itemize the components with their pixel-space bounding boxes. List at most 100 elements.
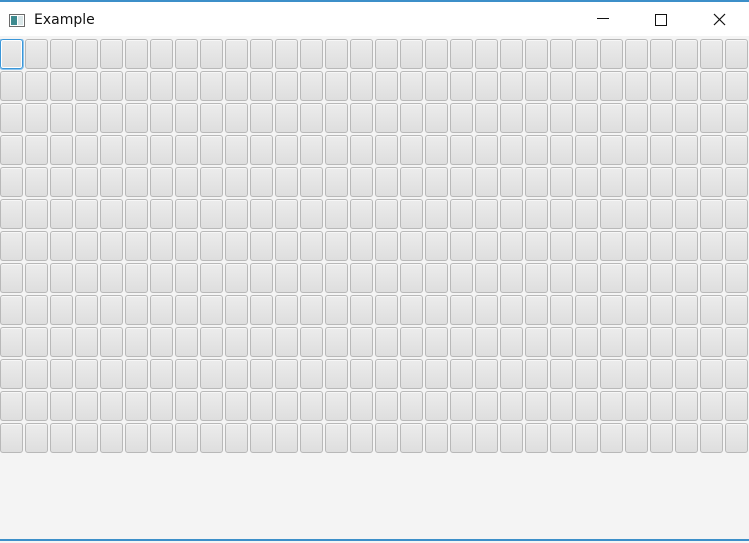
grid-button[interactable] [725,391,748,421]
grid-button[interactable] [125,135,148,165]
grid-button[interactable] [275,39,298,69]
grid-button[interactable] [150,263,173,293]
grid-button[interactable] [600,231,623,261]
grid-button[interactable] [125,263,148,293]
grid-button[interactable] [175,263,198,293]
grid-button[interactable] [250,295,273,325]
grid-button[interactable] [100,231,123,261]
grid-button[interactable] [650,199,673,229]
grid-button[interactable] [350,295,373,325]
grid-button[interactable] [300,263,323,293]
grid-button[interactable] [0,359,23,389]
grid-button[interactable] [725,103,748,133]
grid-button[interactable] [250,71,273,101]
grid-button[interactable] [425,199,448,229]
grid-button[interactable] [100,391,123,421]
grid-button[interactable] [675,167,698,197]
grid-button[interactable] [625,199,648,229]
grid-button[interactable] [225,359,248,389]
grid-button[interactable] [400,71,423,101]
grid-button[interactable] [675,263,698,293]
grid-button[interactable] [350,231,373,261]
grid-button[interactable] [75,71,98,101]
grid-button[interactable] [50,103,73,133]
grid-button[interactable] [125,71,148,101]
grid-button[interactable] [575,167,598,197]
grid-button[interactable] [725,359,748,389]
grid-button[interactable] [25,359,48,389]
grid-button[interactable] [450,39,473,69]
grid-button[interactable] [250,231,273,261]
grid-button[interactable] [450,327,473,357]
grid-button[interactable] [275,295,298,325]
grid-button[interactable] [300,103,323,133]
grid-button[interactable] [200,327,223,357]
grid-button[interactable] [25,199,48,229]
grid-button[interactable] [475,359,498,389]
grid-button[interactable] [325,359,348,389]
grid-button[interactable] [25,231,48,261]
grid-button[interactable] [125,199,148,229]
grid-button[interactable] [600,135,623,165]
grid-button[interactable] [550,295,573,325]
grid-button[interactable] [250,167,273,197]
grid-button[interactable] [550,327,573,357]
grid-button[interactable] [0,103,23,133]
grid-button[interactable] [675,295,698,325]
grid-button[interactable] [275,263,298,293]
grid-button[interactable] [475,423,498,453]
grid-button[interactable] [325,167,348,197]
grid-button[interactable] [550,423,573,453]
grid-button[interactable] [50,199,73,229]
grid-button[interactable] [450,423,473,453]
grid-button[interactable] [650,423,673,453]
grid-button[interactable] [275,167,298,197]
grid-button[interactable] [0,71,23,101]
grid-button[interactable] [100,327,123,357]
grid-button[interactable] [600,327,623,357]
grid-button[interactable] [600,103,623,133]
grid-button[interactable] [50,423,73,453]
grid-button[interactable] [300,423,323,453]
grid-button[interactable] [475,71,498,101]
grid-button[interactable] [725,263,748,293]
grid-button[interactable] [575,391,598,421]
grid-button[interactable] [300,135,323,165]
grid-button[interactable] [25,295,48,325]
grid-button[interactable] [650,231,673,261]
grid-button[interactable] [650,391,673,421]
grid-button[interactable] [300,231,323,261]
grid-button[interactable] [100,199,123,229]
grid-button[interactable] [675,71,698,101]
grid-button[interactable] [500,71,523,101]
grid-button[interactable] [25,167,48,197]
grid-button[interactable] [250,359,273,389]
grid-button[interactable] [675,359,698,389]
grid-button[interactable] [150,199,173,229]
grid-button[interactable] [150,359,173,389]
grid-button[interactable] [550,359,573,389]
grid-button[interactable] [525,135,548,165]
grid-button[interactable] [300,39,323,69]
grid-button[interactable] [375,295,398,325]
grid-button[interactable] [325,39,348,69]
grid-button[interactable] [550,39,573,69]
grid-button[interactable] [0,231,23,261]
grid-button[interactable] [100,359,123,389]
grid-button[interactable] [375,231,398,261]
grid-button[interactable] [625,423,648,453]
grid-button[interactable] [25,263,48,293]
grid-button[interactable] [525,71,548,101]
grid-button[interactable] [275,71,298,101]
grid-button[interactable] [525,167,548,197]
grid-button[interactable] [300,71,323,101]
grid-button[interactable] [400,39,423,69]
grid-button[interactable] [150,391,173,421]
grid-button[interactable] [700,231,723,261]
grid-button[interactable] [325,199,348,229]
grid-button[interactable] [475,231,498,261]
grid-button[interactable] [100,167,123,197]
grid-button[interactable] [675,39,698,69]
grid-button[interactable] [575,359,598,389]
grid-button[interactable] [100,39,123,69]
